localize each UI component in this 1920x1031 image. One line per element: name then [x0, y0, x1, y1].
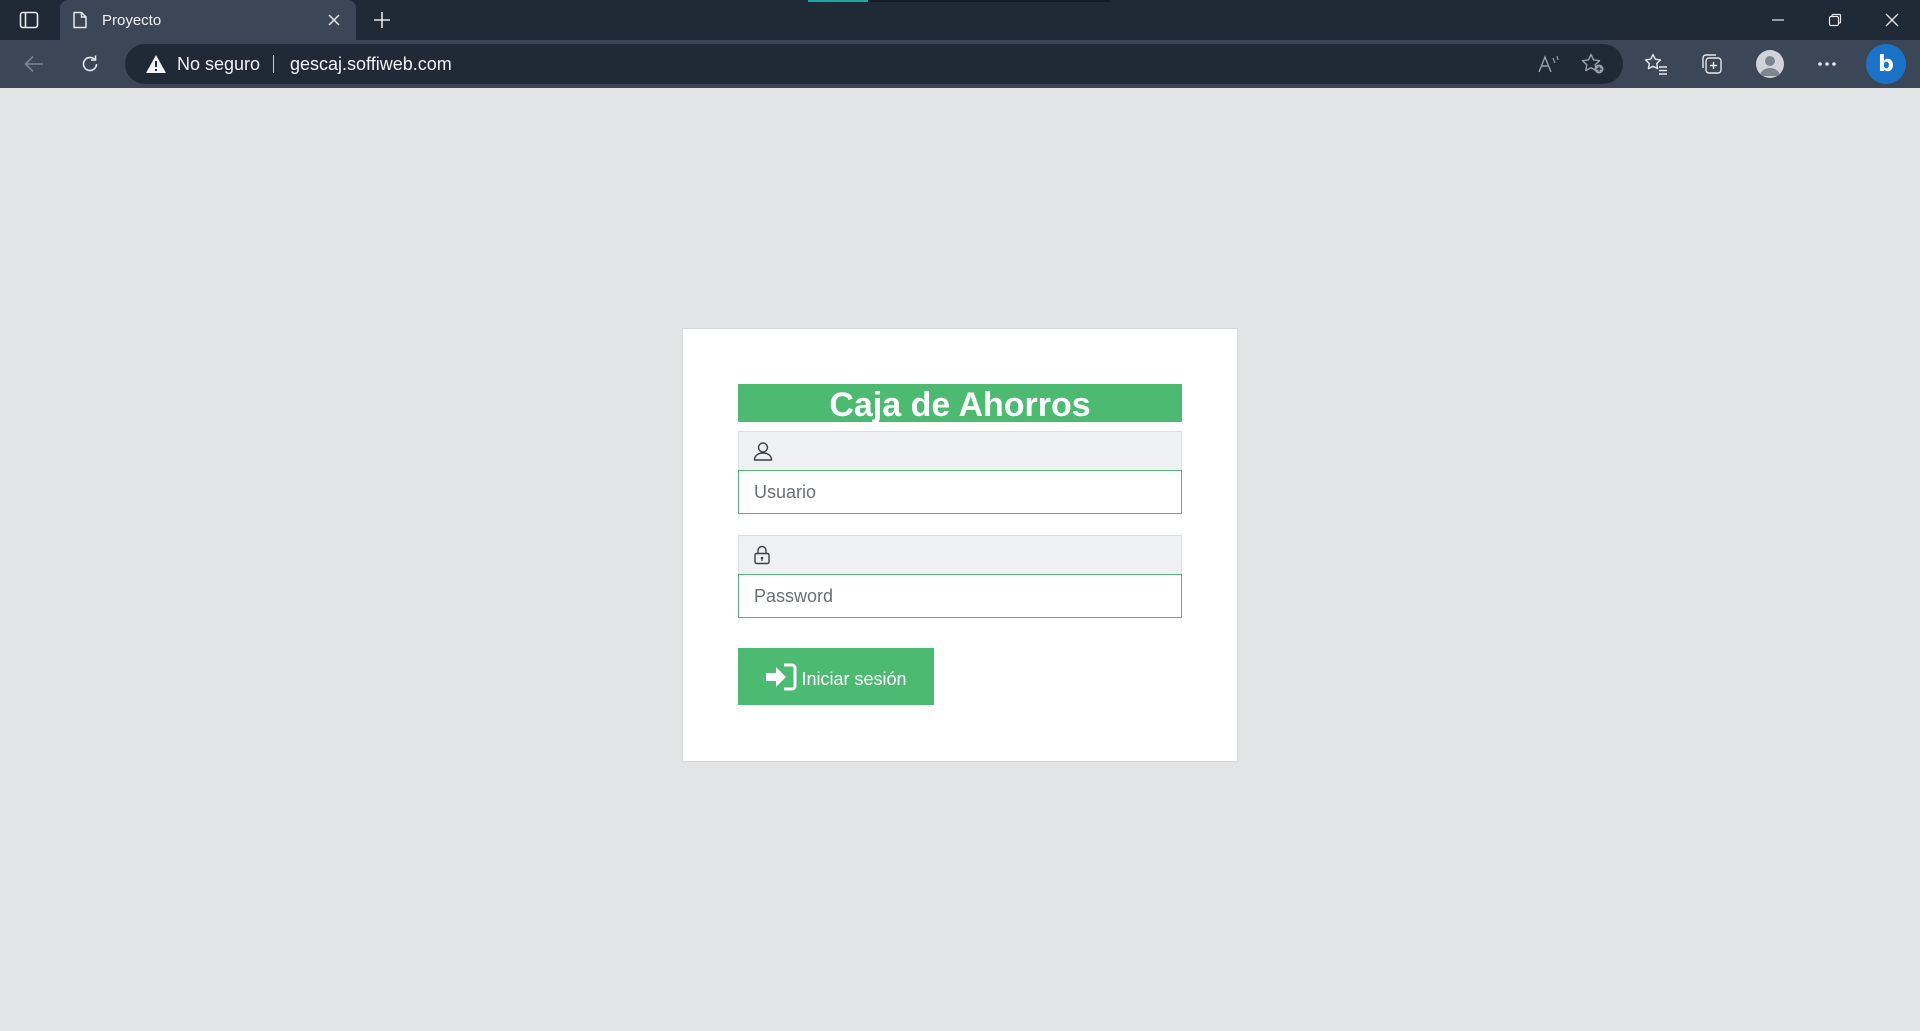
close-tab-button[interactable]: [324, 10, 344, 30]
user-icon: [753, 442, 773, 461]
avatar: [1756, 50, 1784, 78]
url-text[interactable]: gescaj.soffiweb.com: [290, 44, 452, 84]
tab-actions-menu-button[interactable]: [14, 8, 44, 32]
person-icon: [1760, 56, 1780, 76]
browser-toolbar: No seguro gescaj.soffiweb.com b: [0, 40, 1920, 88]
minimize-button[interactable]: [1749, 0, 1806, 40]
collections-button[interactable]: [1696, 48, 1728, 80]
username-input[interactable]: [738, 470, 1182, 514]
plus-icon: [374, 12, 390, 28]
bing-icon: b: [1878, 51, 1894, 77]
collections-icon: [1702, 54, 1722, 74]
security-indicator[interactable]: No seguro: [145, 44, 260, 84]
read-aloud-icon: [1538, 55, 1559, 73]
warning-icon: [146, 55, 166, 73]
password-addon: [738, 535, 1182, 575]
more-horizontal-icon: [1818, 62, 1836, 66]
profile-button[interactable]: [1754, 48, 1786, 80]
minimize-icon: [1771, 19, 1784, 21]
close-icon: [1885, 13, 1898, 27]
sign-in-icon: [766, 663, 797, 690]
close-window-button[interactable]: [1863, 0, 1920, 40]
security-label: No seguro: [177, 53, 261, 74]
loading-indicator: [808, 0, 868, 2]
lock-icon: [754, 545, 770, 565]
favorites-icon: [1644, 53, 1667, 75]
loading-track: [868, 0, 1110, 2]
add-favorite-button[interactable]: [1579, 50, 1607, 78]
window-controls: [1749, 0, 1920, 40]
tab-title: Proyecto: [102, 11, 162, 29]
star-add-icon: [1581, 53, 1604, 74]
login-button-label: Iniciar sesión: [801, 669, 907, 689]
restore-icon: [1828, 13, 1841, 27]
restore-button[interactable]: [1806, 0, 1863, 40]
back-arrow-icon: [24, 55, 43, 73]
username-addon: [738, 431, 1182, 471]
read-aloud-button[interactable]: [1535, 50, 1563, 78]
address-bar[interactable]: No seguro gescaj.soffiweb.com: [125, 44, 1623, 84]
browser-titlebar: Proyecto: [0, 0, 1920, 40]
back-button[interactable]: [18, 48, 50, 80]
login-title: Caja de Ahorros: [738, 384, 1182, 422]
bing-chat-button[interactable]: b: [1866, 44, 1906, 84]
close-icon: [328, 14, 340, 26]
favorites-button[interactable]: [1640, 48, 1672, 80]
login-card: Caja de Ahorros Iniciar sesión: [682, 328, 1238, 762]
document-icon: [72, 11, 90, 29]
password-input[interactable]: [738, 574, 1182, 618]
login-button[interactable]: Iniciar sesión: [738, 648, 934, 705]
refresh-button[interactable]: [74, 48, 106, 80]
settings-more-button[interactable]: [1811, 48, 1843, 80]
address-divider: [273, 55, 274, 73]
new-tab-button[interactable]: [368, 6, 396, 34]
refresh-icon: [82, 55, 98, 72]
page-viewport: Caja de Ahorros Iniciar sesión: [0, 88, 1920, 1031]
tab-actions-icon: [19, 11, 39, 29]
browser-tab-active[interactable]: Proyecto: [60, 0, 356, 40]
